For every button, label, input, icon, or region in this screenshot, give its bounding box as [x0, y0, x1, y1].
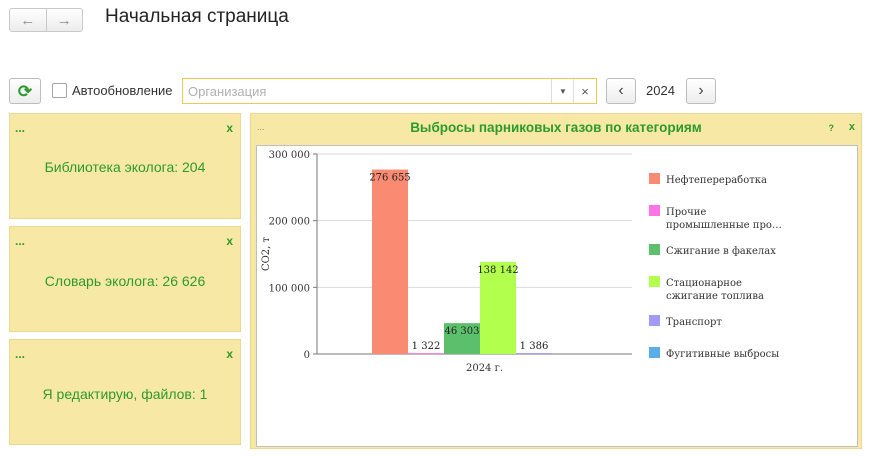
- close-icon[interactable]: x: [226, 121, 233, 135]
- legend-label: Нефтепереработка: [666, 175, 767, 186]
- tile-menu-icon[interactable]: ...: [15, 347, 25, 361]
- tile-menu-icon[interactable]: ...: [15, 121, 25, 135]
- data-label: 138 142: [477, 265, 518, 276]
- tile-value[interactable]: Библиотека эколога: 204: [10, 159, 240, 175]
- chart-plot-area: 0 100 000 200 000 300 000 CO2, т 2024 г. 276 6…: [256, 145, 858, 447]
- emissions-bar-chart: 0 100 000 200 000 300 000 CO2, т 2024 г. 276 6…: [261, 150, 782, 374]
- tile-value[interactable]: Я редактирую, файлов: 1: [10, 386, 240, 402]
- y-tick-label: 100 000: [269, 283, 310, 294]
- year-value: 2024: [646, 83, 675, 98]
- chevron-left-icon: ‹: [618, 82, 624, 99]
- bar-1: [408, 353, 444, 354]
- legend-label: сжигание топлива: [666, 291, 764, 302]
- help-icon[interactable]: ?: [829, 123, 835, 133]
- chevron-down-icon[interactable]: ▼: [551, 79, 574, 103]
- legend-label: Фугитивные выбросы: [666, 349, 779, 360]
- bar-0: [372, 169, 408, 354]
- prev-year-button[interactable]: ‹: [606, 78, 636, 104]
- legend-swatch: [649, 173, 660, 184]
- data-label: 276 655: [369, 173, 410, 184]
- legend-swatch: [649, 276, 660, 287]
- page-title: Начальная страница: [105, 6, 289, 27]
- bar-4: [516, 353, 552, 354]
- history-nav: ← →: [9, 8, 83, 32]
- legend-label: Транспорт: [666, 317, 722, 328]
- y-tick-label: 0: [304, 350, 310, 361]
- x-tick-label: 2024 г.: [466, 363, 503, 374]
- auto-refresh-checkbox[interactable]: [52, 83, 67, 98]
- clear-icon[interactable]: ×: [573, 79, 596, 103]
- organization-field[interactable]: Организация ▼ ×: [182, 78, 597, 104]
- back-arrow-icon[interactable]: ←: [10, 9, 46, 31]
- tile-ecologist-dictionary[interactable]: ... x Словарь эколога: 26 626: [9, 226, 241, 332]
- chevron-right-icon: ›: [698, 82, 704, 99]
- legend-swatch: [649, 205, 660, 216]
- data-label: 1 386: [520, 341, 549, 352]
- legend-swatch: [649, 347, 660, 358]
- legend-label: Стационарное: [666, 278, 742, 289]
- tile-ecologist-library[interactable]: ... x Библиотека эколога: 204: [9, 113, 241, 219]
- data-label: 1 322: [412, 341, 441, 352]
- legend-label: Прочие: [666, 207, 706, 218]
- tile-value[interactable]: Словарь эколога: 26 626: [10, 273, 240, 289]
- auto-refresh-label[interactable]: Автообновление: [72, 83, 173, 98]
- legend-label: Сжигание в факелах: [666, 246, 776, 257]
- legend-label: промышленные про…: [666, 220, 782, 231]
- legend-swatch: [649, 244, 660, 255]
- tile-editing-files[interactable]: ... x Я редактирую, файлов: 1: [9, 339, 241, 445]
- organization-placeholder[interactable]: Организация: [188, 84, 266, 99]
- y-tick-label: 300 000: [269, 150, 310, 161]
- refresh-icon: ⟳: [17, 81, 33, 101]
- close-icon[interactable]: x: [849, 121, 855, 133]
- close-icon[interactable]: x: [226, 347, 233, 361]
- tile-menu-icon[interactable]: ...: [15, 234, 25, 248]
- forward-arrow-icon[interactable]: →: [45, 9, 83, 31]
- data-label: 46 303: [445, 326, 480, 337]
- y-axis-label: CO2, т: [261, 236, 272, 271]
- legend-swatch: [649, 315, 660, 326]
- next-year-button[interactable]: ›: [686, 78, 716, 104]
- close-icon[interactable]: x: [226, 234, 233, 248]
- emissions-chart-panel: ... Выбросы парниковых газов по категори…: [250, 113, 862, 449]
- y-tick-label: 200 000: [269, 217, 310, 228]
- chart-title: Выбросы парниковых газов по категориям: [410, 120, 702, 135]
- refresh-button[interactable]: ⟳: [9, 78, 41, 104]
